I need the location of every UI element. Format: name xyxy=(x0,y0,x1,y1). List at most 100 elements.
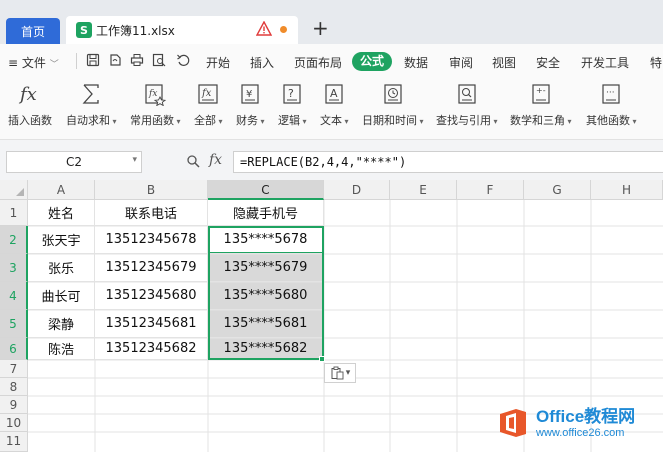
cell-c2-active[interactable]: 135****5678 xyxy=(208,226,324,254)
fill-handle[interactable] xyxy=(319,356,325,362)
zoom-search-icon[interactable] xyxy=(186,154,200,168)
common-functions-button[interactable]: fx 常用函数 ▾ xyxy=(130,82,181,128)
common-functions-label-wrap: 常用函数 ▾ xyxy=(130,112,181,128)
column-header-g[interactable]: G xyxy=(524,180,591,200)
export-pdf-icon[interactable] xyxy=(108,53,122,67)
new-tab-button[interactable]: + xyxy=(312,18,329,38)
watermark-url: www.office26.com xyxy=(536,427,625,439)
column-header-e[interactable]: E xyxy=(390,180,457,200)
insert-function-button[interactable]: fx 插入函数 xyxy=(8,82,52,128)
column-header-d[interactable]: D xyxy=(324,180,390,200)
cell-b2[interactable]: 13512345678 xyxy=(95,226,208,254)
row-header-5[interactable]: 5 xyxy=(0,310,28,338)
cell-c3[interactable]: 135****5679 xyxy=(208,254,324,282)
more-functions-label-wrap: 其他函数 ▾ xyxy=(586,112,637,128)
logical-label-wrap: 逻辑 ▾ xyxy=(278,112,307,128)
text-functions-label-wrap: 文本 ▾ xyxy=(320,112,349,128)
fx-insert-function-icon[interactable]: fx xyxy=(209,152,222,168)
function-library-icon: fx xyxy=(198,84,218,104)
cell-a6[interactable]: 陈浩 xyxy=(28,338,95,360)
column-header-a[interactable]: A xyxy=(28,180,95,200)
cell-c1[interactable]: 隐藏手机号 xyxy=(208,200,324,226)
cell-a3[interactable]: 张乐 xyxy=(28,254,95,282)
cell-b6[interactable]: 13512345682 xyxy=(95,338,208,360)
row-header-3[interactable]: 3 xyxy=(0,254,28,282)
column-header-c[interactable]: C xyxy=(208,180,324,200)
cell-a1[interactable]: 姓名 xyxy=(28,200,95,226)
save-icon[interactable] xyxy=(86,53,100,67)
svg-text:fx: fx xyxy=(18,84,37,105)
menu-review[interactable]: 审阅 xyxy=(449,54,473,71)
autosum-button[interactable]: 自动求和 ▾ xyxy=(66,82,117,128)
ribbon-formulas: fx 插入函数 自动求和 ▾ fx 常用函数 ▾ fx 全部 ▾ ¥ 财务 ▾ … xyxy=(0,78,663,140)
row-header-8[interactable]: 8 xyxy=(0,378,28,396)
chevron-down-icon: ▾ xyxy=(491,117,498,126)
chevron-down-icon[interactable]: ▾ xyxy=(132,155,137,165)
menu-bar: ≡ 文件 ﹀ 开始 插入 页面布局 公式 数据 审阅 视图 安全 开发工具 特 xyxy=(0,44,663,78)
all-functions-button[interactable]: fx 全部 ▾ xyxy=(194,82,223,128)
name-box[interactable]: C2 ▾ xyxy=(6,151,142,173)
tab-workbook[interactable]: S 工作簿11.xlsx xyxy=(66,16,298,44)
row-header-9[interactable]: 9 xyxy=(0,396,28,414)
menu-page-layout[interactable]: 页面布局 xyxy=(294,54,342,71)
menu-special[interactable]: 特 xyxy=(650,54,662,71)
clock-icon xyxy=(384,84,402,104)
date-time-button[interactable]: 日期和时间 ▾ xyxy=(362,82,424,128)
menu-formulas-active[interactable]: 公式 xyxy=(352,52,392,71)
financial-button[interactable]: ¥ 财务 ▾ xyxy=(236,82,265,128)
menu-file[interactable]: ≡ 文件 ﹀ xyxy=(8,54,59,71)
cell-c5[interactable]: 135****5681 xyxy=(208,310,324,338)
select-all-corner[interactable] xyxy=(0,180,28,200)
cell-a2[interactable]: 张天宇 xyxy=(28,226,95,254)
cell-b3[interactable]: 13512345679 xyxy=(95,254,208,282)
menu-data[interactable]: 数据 xyxy=(404,54,428,71)
row-header-2[interactable]: 2 xyxy=(0,226,28,254)
lookup-reference-label: 查找与引用 xyxy=(436,114,491,127)
row-header-6[interactable]: 6 xyxy=(0,338,28,360)
row-header-1[interactable]: 1 xyxy=(0,200,28,226)
column-header-b[interactable]: B xyxy=(95,180,208,200)
menu-security[interactable]: 安全 xyxy=(536,54,560,71)
chevron-down-icon: ▾ xyxy=(258,117,265,126)
cell-b4[interactable]: 13512345680 xyxy=(95,282,208,310)
common-functions-label: 常用函数 xyxy=(130,114,174,127)
more-functions-icon: ··· xyxy=(602,84,620,104)
cell-c4[interactable]: 135****5680 xyxy=(208,282,324,310)
more-functions-button[interactable]: ··· 其他函数 ▾ xyxy=(586,82,637,128)
office-logo-icon xyxy=(500,409,526,437)
menu-developer[interactable]: 开发工具 xyxy=(581,54,629,71)
paste-options-button[interactable]: ▾ xyxy=(324,363,356,383)
chevron-down-icon: ▾ xyxy=(417,117,424,126)
column-header-h[interactable]: H xyxy=(591,180,663,200)
math-trig-button[interactable]: +- 数学和三角 ▾ xyxy=(510,82,572,128)
spreadsheet-icon: S xyxy=(76,22,92,38)
undo-icon[interactable] xyxy=(176,53,190,67)
warning-icon[interactable] xyxy=(256,21,272,37)
menu-insert[interactable]: 插入 xyxy=(250,54,274,71)
row-header-7[interactable]: 7 xyxy=(0,360,28,378)
cell-a5[interactable]: 梁静 xyxy=(28,310,95,338)
print-icon[interactable] xyxy=(130,53,144,67)
print-preview-icon[interactable] xyxy=(152,53,166,67)
lookup-reference-button[interactable]: 查找与引用 ▾ xyxy=(436,82,498,128)
row-header-4[interactable]: 4 xyxy=(0,282,28,310)
column-header-f[interactable]: F xyxy=(457,180,524,200)
cell-b1[interactable]: 联系电话 xyxy=(95,200,208,226)
text-functions-button[interactable]: A 文本 ▾ xyxy=(320,82,349,128)
cell-c6[interactable]: 135****5682 xyxy=(208,338,324,360)
menu-view[interactable]: 视图 xyxy=(492,54,516,71)
logical-button[interactable]: ? 逻辑 ▾ xyxy=(278,82,307,128)
cell-b5[interactable]: 13512345681 xyxy=(95,310,208,338)
cell-a4[interactable]: 曲长可 xyxy=(28,282,95,310)
all-functions-label-wrap: 全部 ▾ xyxy=(194,112,223,128)
chevron-down-icon: ▾ xyxy=(565,117,572,126)
menu-home[interactable]: 开始 xyxy=(206,54,230,71)
date-time-label-wrap: 日期和时间 ▾ xyxy=(362,112,424,128)
tab-home[interactable]: 首页 xyxy=(6,18,60,44)
select-all-triangle-icon xyxy=(16,188,24,196)
more-functions-label: 其他函数 xyxy=(586,114,630,127)
row-header-10[interactable]: 10 xyxy=(0,414,28,432)
math-trig-label-wrap: 数学和三角 ▾ xyxy=(510,112,572,128)
formula-input[interactable]: =REPLACE(B2,4,4,"****") xyxy=(233,151,663,173)
row-header-11[interactable]: 11 xyxy=(0,432,28,452)
